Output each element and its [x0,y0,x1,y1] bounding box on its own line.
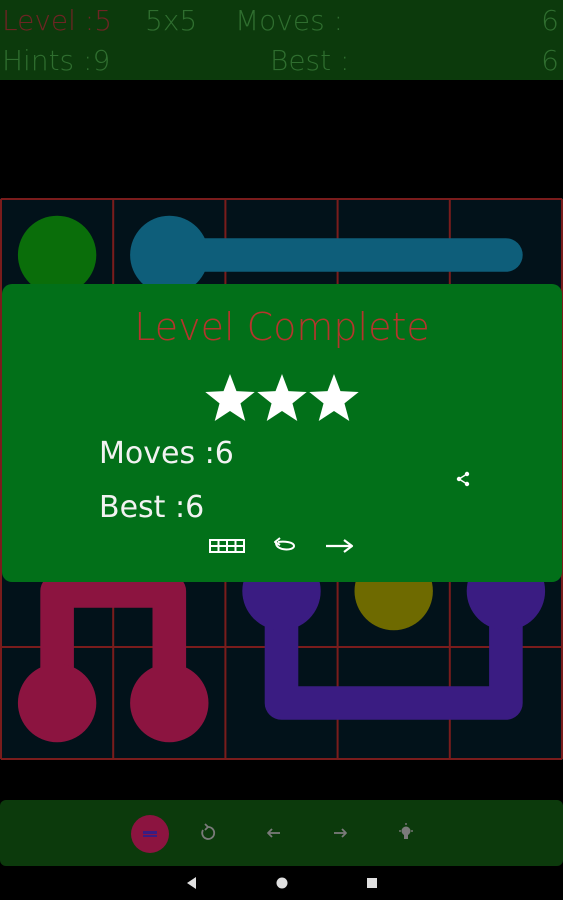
status-header: Level :5 5x5 Moves : 6 Hints :9 Best : 6 [0,0,563,80]
flow-dot-2[interactable] [130,663,209,743]
grid-icon [209,539,245,553]
restart-icon [201,823,216,840]
arrow-right-icon [326,539,354,553]
level-select-button[interactable] [207,534,247,558]
best-label: Best : [270,44,350,77]
moves-value: 6 [541,4,559,37]
game-screen: Level :5 5x5 Moves : 6 Hints :9 Best : 6… [0,0,563,900]
nav-recents-button[interactable] [363,874,381,892]
undo-button[interactable] [256,815,292,851]
star-rating [205,374,359,422]
dialog-title: Level Complete [134,305,430,349]
nav-home-button[interactable] [273,874,291,892]
replay-button[interactable] [264,534,304,558]
arrow-left-icon [267,828,280,838]
hint-button[interactable] [130,814,170,854]
redo-button[interactable] [322,815,358,851]
grid-size-label: 5x5 [145,4,198,37]
moves-label: Moves : [235,4,344,37]
back-triangle-icon [187,877,196,889]
restart-button[interactable] [190,815,226,851]
star-icon [257,374,307,422]
hint-icon [143,831,157,837]
flow-dot-2[interactable] [17,663,97,743]
home-circle-icon [276,877,288,889]
share-icon[interactable] [454,470,472,488]
nav-back-button[interactable] [183,874,201,892]
level-label: Level :5 [2,4,113,37]
level-complete-dialog: Level Complete Moves :6 Best :6 [2,284,562,582]
recents-square-icon [367,878,377,888]
lightbulb-button[interactable] [388,815,424,851]
result-best: Best :6 [99,490,205,525]
system-nav-bar [0,866,563,900]
arrow-right-icon [334,828,347,838]
lightbulb-icon [399,823,413,839]
star-icon [309,374,359,422]
hints-label: Hints :9 [2,44,111,77]
replay-icon [274,537,296,551]
flow-dot-0[interactable] [17,215,97,295]
bottom-toolbar [0,800,563,866]
best-value: 6 [541,44,559,77]
flow-dot-1[interactable] [130,215,209,295]
result-moves: Moves :6 [99,436,234,471]
star-icon [205,374,255,422]
next-level-button[interactable] [320,534,360,558]
